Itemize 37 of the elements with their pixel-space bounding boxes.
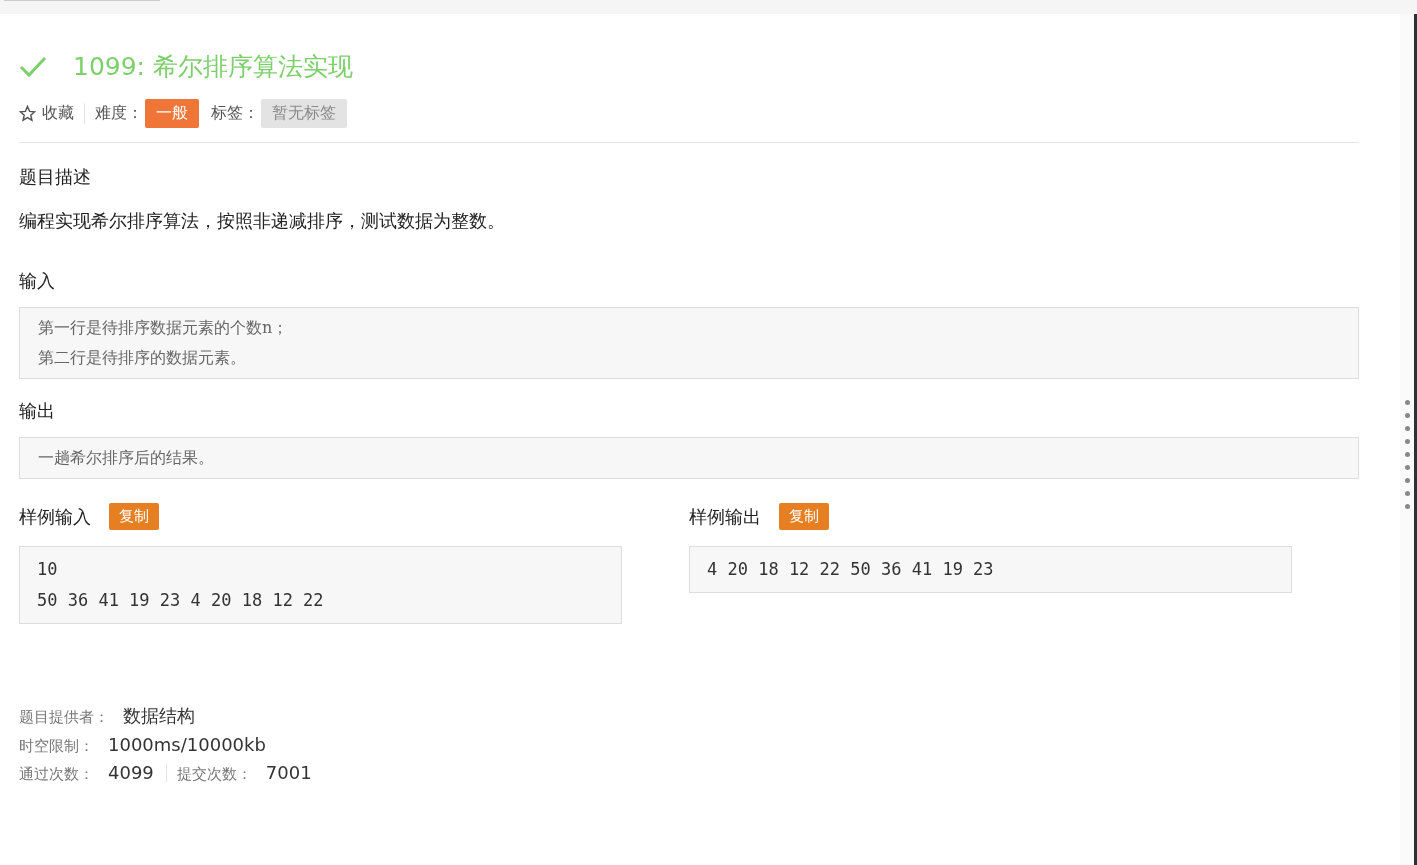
- scroll-dot-icon: [1404, 413, 1410, 418]
- sample-heading: 样例输出: [689, 504, 761, 529]
- stat-label: 通过次数：: [19, 765, 94, 784]
- section-heading: 输出: [19, 399, 56, 423]
- output-text: 一趟希尔排序后的结果。: [38, 447, 215, 469]
- difficulty-label: 难度：: [95, 103, 143, 124]
- code-line: 50 36 41 19 23 4 20 18 12 22: [37, 589, 325, 612]
- tags-label: 标签：: [211, 103, 259, 124]
- problem-title: 1099: 希尔排序算法实现: [73, 51, 353, 83]
- code-line: 4 20 18 12 22 50 36 41 19 23: [707, 558, 995, 581]
- section-heading: 输入: [19, 269, 56, 293]
- info-label: 题目提供者：: [19, 708, 109, 727]
- info-value: 1000ms/10000kb: [108, 734, 266, 755]
- stat-label: 提交次数：: [176, 765, 252, 784]
- scroll-dot-icon: [1404, 400, 1410, 405]
- favorite-button[interactable]: 收藏: [19, 103, 85, 124]
- scroll-dot-icon: [1404, 465, 1410, 470]
- difficulty-badge: 一般: [145, 99, 199, 128]
- scroll-dot-icon: [1404, 478, 1410, 483]
- input-text: 第二行是待排序的数据元素。: [38, 347, 247, 369]
- input-text: 第一行是待排序数据元素的个数n；: [38, 317, 290, 339]
- stat-value: 4099: [108, 762, 154, 783]
- scroll-dot-icon: [1404, 452, 1410, 457]
- code-line: 10: [37, 558, 59, 581]
- copy-button[interactable]: 复制: [109, 503, 159, 530]
- sample-heading: 样例输入: [19, 504, 91, 529]
- tags-badge: 暂无标签: [261, 99, 347, 128]
- stat-value: 7001: [265, 762, 312, 783]
- scroll-dot-icon: [1404, 426, 1410, 431]
- scroll-dot-icon: [1404, 439, 1410, 444]
- info-label: 时空限制：: [19, 737, 94, 756]
- info-value: 数据结构: [123, 704, 195, 728]
- section-heading: 题目描述: [19, 165, 92, 189]
- description-text: 编程实现希尔排序算法，按照非递减排序，测试数据为整数。: [19, 209, 506, 233]
- copy-button[interactable]: 复制: [779, 503, 829, 530]
- scroll-dot-icon: [1404, 491, 1410, 496]
- scroll-dot-icon: [1404, 504, 1410, 509]
